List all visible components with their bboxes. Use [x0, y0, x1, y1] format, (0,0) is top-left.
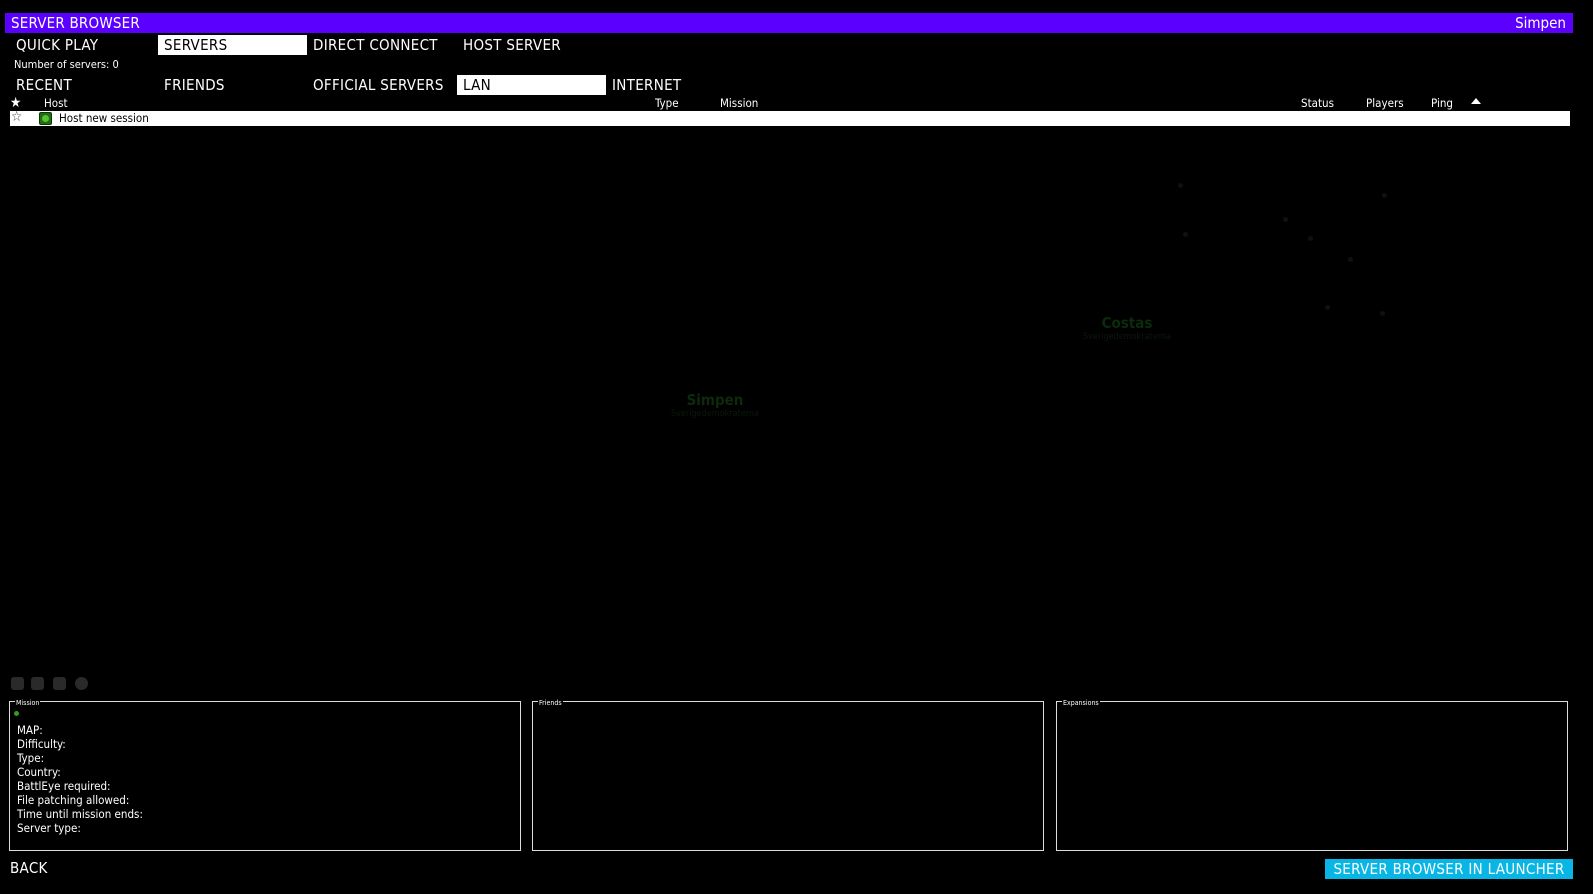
map-player-group: Sverigedemokraterna — [1083, 332, 1171, 342]
map-point — [1325, 305, 1330, 310]
status-indicator-icon — [14, 711, 19, 716]
mission-panel-title: Mission — [15, 699, 41, 707]
map-player-name: Costas — [1101, 314, 1153, 332]
map-point — [1348, 257, 1353, 262]
mission-field-server-type: Server type: — [17, 821, 81, 835]
filter-toggle-button[interactable] — [75, 677, 88, 690]
title-bar: SERVER BROWSER Simpen — [5, 13, 1573, 33]
mission-field-country: Country: — [17, 765, 61, 779]
expansions-panel: Expansions — [1056, 699, 1568, 851]
map-point — [1183, 232, 1188, 237]
filter-lan[interactable]: LAN — [457, 75, 606, 95]
tab-host-server[interactable]: HOST SERVER — [457, 35, 606, 55]
column-mission[interactable]: Mission — [720, 96, 758, 110]
mission-field-time-remaining: Time until mission ends: — [17, 807, 143, 821]
column-status[interactable]: Status — [1301, 96, 1334, 110]
tab-quick-play[interactable]: QUICK PLAY — [10, 35, 158, 55]
table-row[interactable]: ☆ Host new session — [10, 109, 1570, 126]
expansions-panel-title: Expansions — [1062, 699, 1100, 707]
friends-panel-title: Friends — [538, 699, 563, 707]
filter-friends[interactable]: FRIENDS — [158, 75, 307, 95]
sort-ascending-icon[interactable] — [1471, 98, 1481, 104]
map-player-group: Sverigedemokraterna — [671, 409, 759, 419]
mission-field-file-patching: File patching allowed: — [17, 793, 130, 807]
favorite-star-icon[interactable]: ☆ — [11, 109, 22, 125]
server-count: Number of servers: 0 — [14, 58, 119, 71]
filter-toggle-button[interactable] — [11, 677, 24, 690]
map-point — [1382, 193, 1387, 198]
column-type[interactable]: Type — [655, 96, 679, 110]
user-name: Simpen — [1515, 14, 1566, 32]
map-point — [1308, 236, 1313, 241]
map-point — [1380, 311, 1385, 316]
filter-official-servers[interactable]: OFFICIAL SERVERS — [307, 75, 456, 95]
tab-direct-connect[interactable]: DIRECT CONNECT — [307, 35, 456, 55]
session-status-icon — [39, 112, 52, 125]
mission-field-map: MAP: — [17, 723, 43, 737]
tab-servers[interactable]: SERVERS — [158, 35, 307, 55]
mission-field-difficulty: Difficulty: — [17, 737, 66, 751]
row-host: Host new session — [59, 111, 149, 125]
column-ping[interactable]: Ping — [1431, 96, 1453, 110]
filter-toggle-button[interactable] — [31, 677, 44, 690]
server-browser-in-launcher-button[interactable]: SERVER BROWSER IN LAUNCHER — [1325, 859, 1573, 879]
window-title: SERVER BROWSER — [11, 14, 140, 32]
map-point — [1283, 217, 1288, 222]
filter-recent[interactable]: RECENT — [10, 75, 158, 95]
mission-field-battleye: BattlEye required: — [17, 779, 111, 793]
filter-toggle-button[interactable] — [53, 677, 66, 690]
column-players[interactable]: Players — [1366, 96, 1404, 110]
column-host[interactable]: Host — [44, 96, 68, 110]
filter-internet[interactable]: INTERNET — [606, 75, 755, 95]
back-button[interactable]: BACK — [10, 859, 48, 877]
mission-field-type: Type: — [17, 751, 45, 765]
map-point — [1178, 183, 1183, 188]
mission-panel: Mission MAP: Difficulty: Type: Country: … — [9, 699, 521, 851]
map-player-marker: Costas Sverigedemokraterna — [1072, 314, 1182, 342]
friends-panel: Friends — [532, 699, 1044, 851]
map-player-name: Simpen — [686, 391, 744, 409]
map-player-marker: Simpen Sverigedemokraterna — [660, 391, 770, 419]
